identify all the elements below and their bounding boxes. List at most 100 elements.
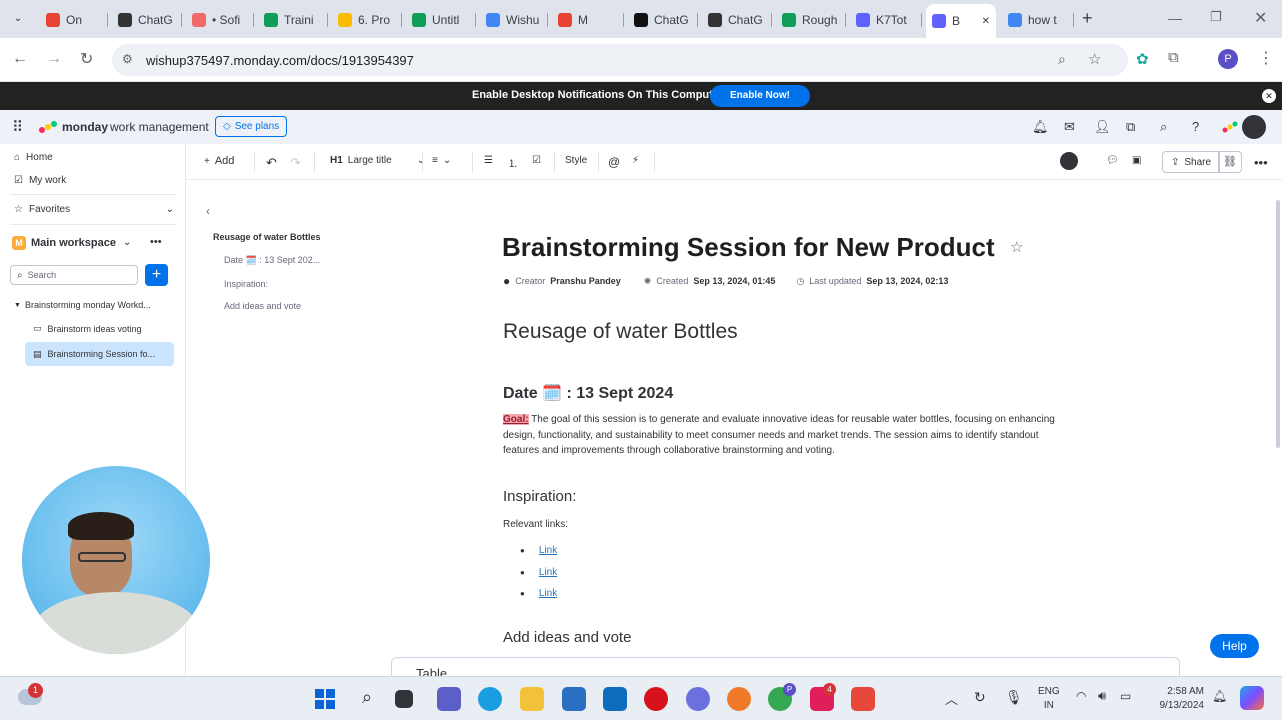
invite-members-icon[interactable]: 👤︎: [1094, 119, 1111, 135]
browser-tab[interactable]: K7Tot: [850, 6, 922, 34]
workspace-more-icon[interactable]: •••: [150, 236, 162, 248]
apps-puzzle-icon[interactable]: ⧉: [1126, 119, 1135, 135]
presentation-icon[interactable]: ▣: [1132, 155, 1141, 166]
sidebar-item-favorites[interactable]: ☆ Favorites ⌄: [14, 204, 174, 215]
edge-icon[interactable]: [478, 687, 502, 711]
doc-title[interactable]: Brainstorming Session for New Product: [502, 232, 995, 263]
extensions-puzzle-icon[interactable]: ⧉: [1168, 49, 1179, 66]
collaborator-avatar[interactable]: [1060, 152, 1078, 170]
sync-icon[interactable]: ↻: [974, 689, 986, 706]
browser-menu-icon[interactable]: ⋮: [1258, 48, 1274, 68]
browser-tab[interactable]: ChatG: [702, 6, 772, 34]
browser-tab[interactable]: M: [552, 6, 624, 34]
teams-icon[interactable]: [437, 687, 461, 711]
sidebar-item-board[interactable]: ▭ Brainstorm ideas voting: [33, 323, 142, 334]
outline-item[interactable]: Add ideas and vote: [224, 301, 301, 311]
opera-icon[interactable]: [644, 687, 668, 711]
wps-office-icon[interactable]: [851, 687, 875, 711]
battery-icon[interactable]: ▭: [1120, 689, 1131, 703]
browser-tab[interactable]: Rough: [776, 6, 846, 34]
share-button[interactable]: ⇪ Share: [1162, 151, 1221, 173]
help-icon[interactable]: ?: [1192, 119, 1199, 134]
browser-tab[interactable]: how t: [1002, 6, 1074, 34]
browser-tab[interactable]: Wishu: [480, 6, 548, 34]
scrollbar[interactable]: [1276, 200, 1280, 448]
sidebar-item-home[interactable]: ⌂ Home: [14, 152, 53, 163]
updates-icon[interactable]: 💬︎: [1106, 155, 1119, 166]
close-window-icon[interactable]: ✕: [1254, 8, 1267, 28]
clock[interactable]: 2:58 AM 9/13/2024: [1150, 685, 1205, 713]
omnibox[interactable]: ⚙ wishup375497.monday.com/docs/191395439…: [112, 44, 1128, 76]
mail-icon[interactable]: [603, 687, 627, 711]
reload-icon[interactable]: ↻: [80, 49, 93, 69]
help-button[interactable]: Help: [1210, 634, 1259, 658]
ai-assistant-icon[interactable]: ⚡: [632, 155, 639, 166]
creator-name[interactable]: Pranshu Pandey: [550, 276, 621, 286]
file-explorer-icon[interactable]: [520, 687, 544, 711]
link[interactable]: Link: [539, 588, 557, 599]
heading-1[interactable]: Reusage of water Bottles: [503, 320, 738, 344]
numbered-list-icon[interactable]: ⒈: [508, 155, 518, 170]
volume-icon[interactable]: 🔊︎: [1098, 688, 1106, 704]
heading-style-dropdown[interactable]: H1 Large title ⌄: [330, 155, 425, 166]
browser-tab[interactable]: ChatG: [628, 6, 698, 34]
monday-switcher-icon[interactable]: [1222, 120, 1238, 134]
add-item-button[interactable]: +: [145, 264, 168, 286]
goal-paragraph[interactable]: Goal: The goal of this session is to gen…: [503, 412, 1063, 459]
more-options-icon[interactable]: •••: [1254, 155, 1268, 170]
start-windows-icon[interactable]: [313, 687, 337, 711]
search-icon[interactable]: ⌕: [1160, 119, 1167, 135]
wifi-icon[interactable]: ◠: [1076, 689, 1086, 703]
store-icon[interactable]: [562, 687, 586, 711]
workspace-selector[interactable]: Main workspace: [31, 237, 116, 249]
style-button[interactable]: Style: [565, 155, 587, 166]
bookmark-star-icon[interactable]: ☆: [1088, 50, 1101, 68]
relevant-links-label[interactable]: Relevant links:: [503, 519, 568, 530]
link[interactable]: Link: [539, 567, 557, 578]
inspiration-heading[interactable]: Inspiration:: [503, 488, 576, 505]
outline-item[interactable]: Date 🗓️ : 13 Sept 202...: [224, 255, 320, 266]
browser-tab[interactable]: Traini: [258, 6, 328, 34]
tab-search-icon[interactable]: ⌄: [8, 9, 28, 29]
add-ideas-heading[interactable]: Add ideas and vote: [503, 629, 631, 646]
search-input[interactable]: ⌕ Search: [10, 265, 138, 285]
checklist-icon[interactable]: ☑: [532, 155, 541, 166]
enable-now-button[interactable]: Enable Now!: [710, 85, 810, 107]
outline-item[interactable]: Inspiration:: [224, 279, 268, 289]
browser-tab[interactable]: On: [40, 6, 108, 34]
browser-tab[interactable]: 6. Pro: [332, 6, 402, 34]
taskbar-search-icon[interactable]: ⌕: [355, 687, 379, 711]
copilot-icon[interactable]: [1240, 686, 1264, 710]
link[interactable]: Link: [539, 545, 557, 556]
site-info-icon[interactable]: ⚙: [122, 52, 133, 66]
extension-icon[interactable]: ✿: [1136, 50, 1149, 68]
outline-title[interactable]: Reusage of water Bottles: [213, 232, 321, 242]
close-banner-icon[interactable]: ✕: [1262, 89, 1276, 103]
date-heading[interactable]: Date 🗓️ : 13 Sept 2024: [503, 383, 673, 403]
zoom-icon[interactable]: ⌕: [1058, 51, 1066, 68]
undo-icon[interactable]: ↶: [266, 155, 277, 171]
microphone-icon[interactable]: 🎙︎: [1005, 689, 1023, 706]
mention-icon[interactable]: @: [608, 155, 620, 169]
forward-icon[interactable]: →: [46, 50, 62, 68]
notification-bell-icon[interactable]: 🔔︎: [1212, 689, 1227, 703]
browser-tab[interactable]: • Sofi: [186, 6, 254, 34]
task-view-icon[interactable]: [395, 690, 413, 708]
back-icon[interactable]: ←: [12, 50, 28, 68]
minimize-icon[interactable]: —: [1168, 10, 1182, 26]
restore-icon[interactable]: ❐: [1210, 9, 1222, 25]
sidebar-item-my-work[interactable]: ☑ My work: [14, 175, 66, 186]
browser-tab[interactable]: B ✕: [926, 4, 996, 38]
browser-tab[interactable]: ChatG: [112, 6, 182, 34]
folder-item[interactable]: ▼ Brainstorming monday Workd...: [14, 300, 151, 310]
settings-gear-icon[interactable]: [686, 687, 710, 711]
tray-chevron-up-icon[interactable]: ︿: [945, 689, 958, 708]
bullet-list-icon[interactable]: ☰: [484, 155, 493, 166]
redo-icon[interactable]: ↷: [290, 155, 301, 171]
sidebar-item-doc-selected[interactable]: ▤ Brainstorming Session fo...: [25, 342, 174, 366]
profile-avatar[interactable]: P: [1218, 49, 1238, 69]
collapse-outline-icon[interactable]: ‹: [206, 204, 210, 218]
browser-tab[interactable]: Untitl: [406, 6, 476, 34]
workspace-chevron-icon[interactable]: ⌄: [123, 237, 131, 248]
align-dropdown[interactable]: ≡ ⌄: [432, 155, 451, 166]
